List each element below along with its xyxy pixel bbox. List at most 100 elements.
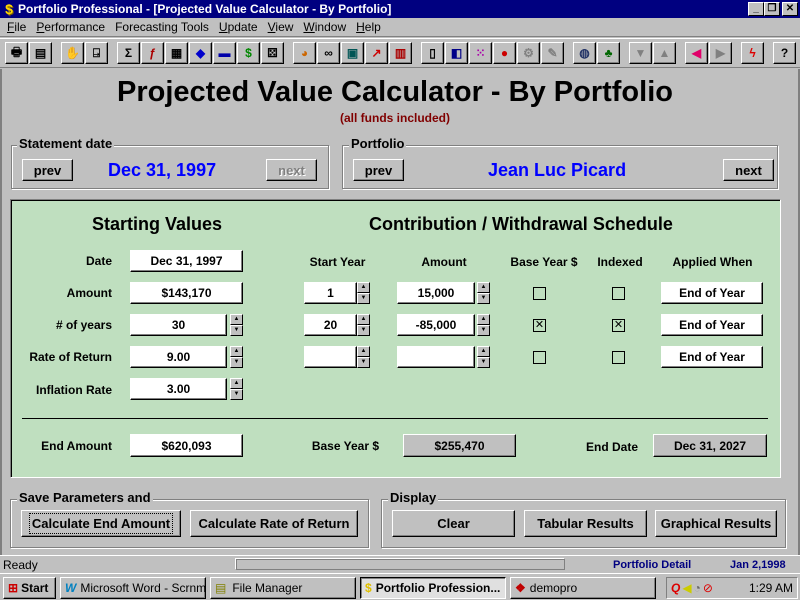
portfolio-next-button[interactable]: next [723,159,774,181]
ror-spinner[interactable]: ▲ ▼ [230,346,243,368]
exit-door-button[interactable]: ⍈ [85,42,108,64]
spin-up-icon[interactable]: ▲ [357,346,370,357]
stop-hand-button[interactable]: ✋ [61,42,84,64]
base-year-checkbox[interactable]: ✕ [533,319,546,332]
tree-button[interactable]: ♣ [597,42,620,64]
spin-up-icon[interactable]: ▲ [477,346,490,357]
calculator-button[interactable]: ▣ [341,42,364,64]
menu-view[interactable]: View [263,20,299,34]
inflation-field[interactable]: 3.00 [130,378,227,400]
start-date-field[interactable]: Dec 31, 1997 [130,250,243,272]
globe-button[interactable]: ◍ [573,42,596,64]
start-amount-field[interactable]: $143,170 [130,282,243,304]
ror-field[interactable]: 9.00 [130,346,227,368]
inflation-spinner[interactable]: ▲ ▼ [230,378,243,400]
clear-button[interactable]: Clear [392,510,515,537]
help-button[interactable]: ? [773,42,796,64]
spin-up-icon[interactable]: ▲ [357,314,370,325]
schedule-amount-field[interactable]: -85,000 [397,314,475,336]
task-portfolio[interactable]: $ Portfolio Profession... [360,577,506,599]
function-button[interactable]: ƒ [141,42,164,64]
amount-spinner[interactable]: ▲ ▼ [477,346,490,368]
stacked-bars-button[interactable]: ▬ [213,42,236,64]
spin-down-icon[interactable]: ▼ [477,325,490,336]
spin-up-icon[interactable]: ▲ [357,282,370,293]
spin-down-icon[interactable]: ▼ [477,293,490,304]
spin-down-icon[interactable]: ▼ [357,325,370,336]
menu-file[interactable]: File [2,20,31,34]
pie-chart-button[interactable]: ◕ [293,42,316,64]
gear-disabled-button[interactable]: ⚙ [517,42,540,64]
spin-down-icon[interactable]: ▼ [357,293,370,304]
left-arrow-button[interactable]: ◀ [685,42,708,64]
task-demopro[interactable]: ❖ demopro [510,577,656,599]
eraser-disabled-button[interactable]: ✎ [541,42,564,64]
spin-up-icon[interactable]: ▲ [477,282,490,293]
menu-performance[interactable]: Performance [31,20,110,34]
print-button[interactable]: 🖶 [5,42,28,64]
minimize-button[interactable]: _ [748,2,764,16]
color-shapes-button[interactable]: ● [493,42,516,64]
up-arrow-disabled-button[interactable]: ▲ [653,42,676,64]
money-bag-button[interactable]: $ [237,42,260,64]
sum-button[interactable]: Σ [117,42,140,64]
menu-forecasting-tools[interactable]: Forecasting Tools [110,20,214,34]
menu-update[interactable]: Update [214,20,263,34]
preview-button[interactable]: ▤ [29,42,52,64]
spin-down-icon[interactable]: ▼ [357,357,370,368]
base-year-checkbox[interactable] [533,351,546,364]
portfolio-prev-button[interactable]: prev [353,159,404,181]
applied-when-field[interactable]: End of Year [661,282,763,304]
no-entry-icon[interactable]: ⊘ [703,581,713,595]
book-button[interactable]: ◧ [445,42,468,64]
grid-dots-button[interactable]: ⁙ [469,42,492,64]
spin-down-icon[interactable]: ▼ [477,357,490,368]
base-year-checkbox[interactable] [533,287,546,300]
schedule-start-year-field[interactable]: 20 [304,314,357,336]
amount-spinner[interactable]: ▲ ▼ [477,282,490,304]
statement-next-button[interactable]: next [266,159,317,181]
restore-button[interactable]: ❐ [764,2,780,16]
calculate-end-amount-button[interactable]: Calculate End Amount [21,510,181,537]
indexed-checkbox[interactable]: ✕ [612,319,625,332]
applied-when-field[interactable]: End of Year [661,314,763,336]
years-field[interactable]: 30 [130,314,227,336]
applied-when-field[interactable]: End of Year [661,346,763,368]
line-chart-button[interactable]: ↗ [365,42,388,64]
tabular-results-button[interactable]: Tabular Results [524,510,647,537]
shapes-button[interactable]: ◆ [189,42,212,64]
indexed-checkbox[interactable] [612,351,625,364]
bar-chart-button[interactable]: ▥ [389,42,412,64]
close-button[interactable]: ✕ [782,2,798,16]
start-button[interactable]: ⊞ Start [3,577,56,599]
schedule-amount-field[interactable] [397,346,475,368]
lightning-button[interactable]: ϟ [741,42,764,64]
schedule-start-year-field[interactable] [304,346,357,368]
years-spinner[interactable]: ▲ ▼ [230,314,243,336]
schedule-amount-field[interactable]: 15,000 [397,282,475,304]
spin-up-icon[interactable]: ▲ [230,314,243,325]
schedule-start-year-field[interactable]: 1 [304,282,357,304]
right-arrow-disabled-button[interactable]: ▶ [709,42,732,64]
dish-icon[interactable]: ◔ [694,581,701,595]
speaker-icon[interactable]: ◀ [682,581,691,595]
quicktime-icon[interactable]: Q [671,581,680,595]
start-year-spinner[interactable]: ▲ ▼ [357,282,370,304]
indexed-checkbox[interactable] [612,287,625,300]
start-year-spinner[interactable]: ▲ ▼ [357,346,370,368]
spin-down-icon[interactable]: ▼ [230,325,243,336]
graphical-results-button[interactable]: Graphical Results [655,510,777,537]
columns-button[interactable]: ▯ [421,42,444,64]
start-year-spinner[interactable]: ▲ ▼ [357,314,370,336]
spin-down-icon[interactable]: ▼ [230,389,243,400]
table-button[interactable]: ▦ [165,42,188,64]
spin-up-icon[interactable]: ▲ [230,378,243,389]
dice-button[interactable]: ⚄ [261,42,284,64]
down-arrow-disabled-button[interactable]: ▼ [629,42,652,64]
calculate-ror-button[interactable]: Calculate Rate of Return [190,510,358,537]
spin-up-icon[interactable]: ▲ [477,314,490,325]
menu-window[interactable]: Window [298,20,351,34]
task-file-manager[interactable]: ▤ File Manager [210,577,356,599]
statement-prev-button[interactable]: prev [22,159,73,181]
amount-spinner[interactable]: ▲ ▼ [477,314,490,336]
